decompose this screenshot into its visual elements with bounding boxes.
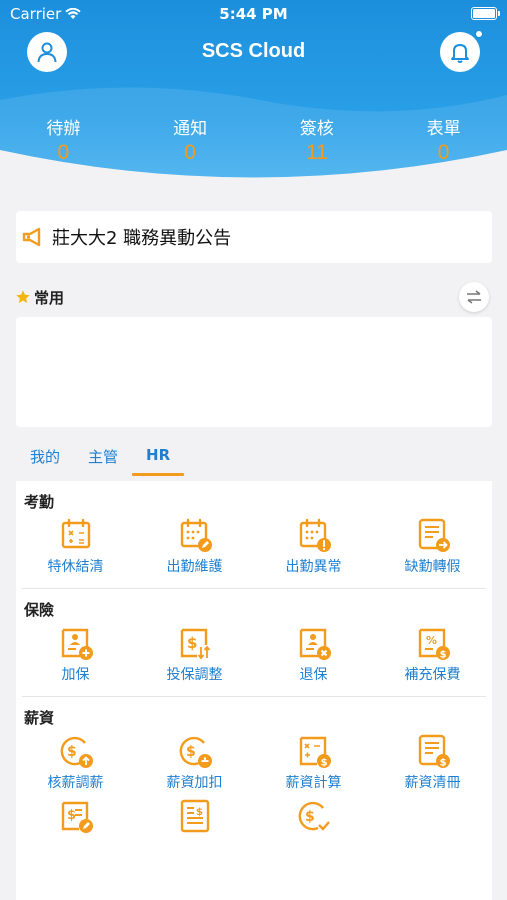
section-attendance: 考勤 特休結清 出勤維護 出勤異常 缺勤轉假 — [16, 481, 492, 589]
svg-text:$: $ — [305, 809, 315, 825]
menu-item-label: 出勤維護 — [166, 559, 223, 575]
announcement-text: 莊大大2 職務異動公告 — [52, 228, 232, 249]
menu-item-label: 薪資計算 — [285, 775, 342, 791]
salary-confirm-icon: $ — [298, 801, 330, 831]
header-wave — [0, 87, 507, 200]
insurance-add-icon — [61, 628, 93, 660]
menu-item-label: 退保 — [299, 667, 328, 683]
menu-item-salary-partial-3[interactable]: $ — [254, 798, 373, 834]
insurance-adjust-icon: $ — [180, 628, 210, 660]
svg-text:$: $ — [320, 757, 327, 768]
stat-value: 11 — [305, 141, 328, 164]
menu-item-salary-raise[interactable]: $ 核薪調薪 — [16, 733, 135, 792]
menu-item-attendance-maintenance[interactable]: 出勤維護 — [135, 517, 254, 576]
section-salary: 薪資 $ 核薪調薪 $ 薪資加扣 $ 薪資計算 $ 薪資清冊 $ $ $ — [16, 697, 492, 834]
stat-value: 0 — [57, 141, 70, 164]
svg-text:$: $ — [67, 744, 77, 760]
status-bar: Carrier 5:44 PM — [0, 0, 507, 28]
tab-hr[interactable]: HR — [132, 440, 185, 476]
tab-bar: 我的 主管 HR — [16, 440, 185, 478]
menu-item-salary-calculation[interactable]: $ 薪資計算 — [254, 733, 373, 792]
notifications-button[interactable] — [440, 30, 483, 72]
menu-item-label: 缺勤轉假 — [404, 559, 461, 575]
tab-mine[interactable]: 我的 — [16, 440, 74, 476]
megaphone-icon — [22, 227, 41, 247]
star-icon — [16, 290, 30, 303]
menu-item-salary-partial-2[interactable]: $ — [135, 798, 254, 834]
calendar-calc-icon — [61, 518, 90, 549]
stats-row: 待辦 0 通知 0 簽核 11 表單 0 — [0, 114, 507, 165]
menu-item-absence-to-leave[interactable]: 缺勤轉假 — [373, 517, 492, 576]
favorites-header: 常用 — [15, 282, 491, 312]
menu-item-insurance-add[interactable]: 加保 — [16, 625, 135, 684]
calendar-edit-icon — [180, 518, 212, 552]
form-transfer-icon — [418, 518, 450, 552]
svg-text:$: $ — [439, 757, 446, 768]
notification-dot — [475, 30, 483, 38]
menu-item-salary-adjust[interactable]: $ 薪資加扣 — [135, 733, 254, 792]
svg-text:$: $ — [187, 634, 197, 652]
svg-text:$: $ — [196, 807, 203, 818]
menu-item-salary-register[interactable]: $ 薪資清冊 — [373, 733, 492, 792]
menu-item-supplementary-premium[interactable]: % $ 補充保費 — [373, 625, 492, 684]
menu-item-insurance-adjust[interactable]: $ 投保調整 — [135, 625, 254, 684]
menu-item-label: 薪資加扣 — [166, 775, 223, 791]
menu-item-label: 出勤異常 — [285, 559, 342, 575]
tab-manager[interactable]: 主管 — [74, 440, 132, 476]
swap-button[interactable] — [459, 282, 489, 312]
battery-icon — [471, 7, 500, 20]
insurance-remove-icon — [299, 628, 331, 660]
svg-text:%: % — [426, 634, 437, 647]
section-title: 保險 — [24, 601, 55, 619]
stat-label: 通知 — [173, 119, 208, 139]
calendar-alert-icon — [299, 518, 331, 552]
menu-item-label: 補充保費 — [404, 667, 461, 683]
swap-arrows-icon — [467, 290, 481, 304]
clock: 5:44 PM — [219, 5, 288, 23]
stat-approvals[interactable]: 簽核 11 — [254, 114, 381, 165]
stat-notifications[interactable]: 通知 0 — [127, 114, 254, 165]
salary-list-icon: $ — [418, 734, 450, 768]
salary-calc-icon: $ — [299, 736, 331, 768]
stat-label: 簽核 — [299, 119, 334, 139]
menu-item-attendance-anomaly[interactable]: 出勤異常 — [254, 517, 373, 576]
stat-value: 0 — [184, 141, 196, 164]
favorites-panel — [16, 317, 492, 427]
bell-icon — [451, 44, 469, 63]
hr-menu: 考勤 特休結清 出勤維護 出勤異常 缺勤轉假 保險 加保 $ 投保調整 退保 %… — [16, 481, 492, 900]
section-title: 考勤 — [24, 493, 55, 511]
menu-item-insurance-remove[interactable]: 退保 — [254, 625, 373, 684]
menu-item-salary-partial-1[interactable]: $ — [16, 798, 135, 834]
menu-item-label: 特休結清 — [47, 559, 104, 575]
section-insurance: 保險 加保 $ 投保調整 退保 % $ 補充保費 — [16, 589, 492, 697]
menu-item-label: 投保調整 — [166, 667, 223, 683]
payslip-icon: $ — [180, 799, 209, 833]
section-title: 薪資 — [24, 709, 55, 727]
supplementary-premium-icon: % $ — [418, 628, 450, 660]
svg-text:$: $ — [67, 808, 76, 823]
salary-adjust-icon: $ — [179, 736, 212, 768]
favorites-title: 常用 — [34, 288, 65, 307]
menu-item-label: 核薪調薪 — [47, 775, 104, 791]
stat-label: 表單 — [426, 119, 461, 139]
svg-text:$: $ — [186, 744, 196, 760]
menu-item-label: 薪資清冊 — [404, 775, 461, 791]
menu-item-leave-settlement[interactable]: 特休結清 — [16, 517, 135, 576]
svg-text:$: $ — [439, 649, 446, 660]
stat-forms[interactable]: 表單 0 — [380, 114, 507, 165]
page-title: SCS Cloud — [201, 40, 306, 62]
salary-raise-icon: $ — [60, 736, 93, 768]
header: Carrier 5:44 PM SCS Cloud 待辦 0 通知 0 簽核 1… — [0, 0, 507, 200]
stat-todo[interactable]: 待辦 0 — [0, 114, 127, 165]
stat-value: 0 — [437, 141, 450, 164]
stat-label: 待辦 — [46, 119, 81, 139]
salary-edit-icon: $ — [61, 801, 93, 833]
menu-item-label: 加保 — [61, 667, 90, 683]
announcement-bar[interactable]: 莊大大2 職務異動公告 — [16, 211, 492, 263]
